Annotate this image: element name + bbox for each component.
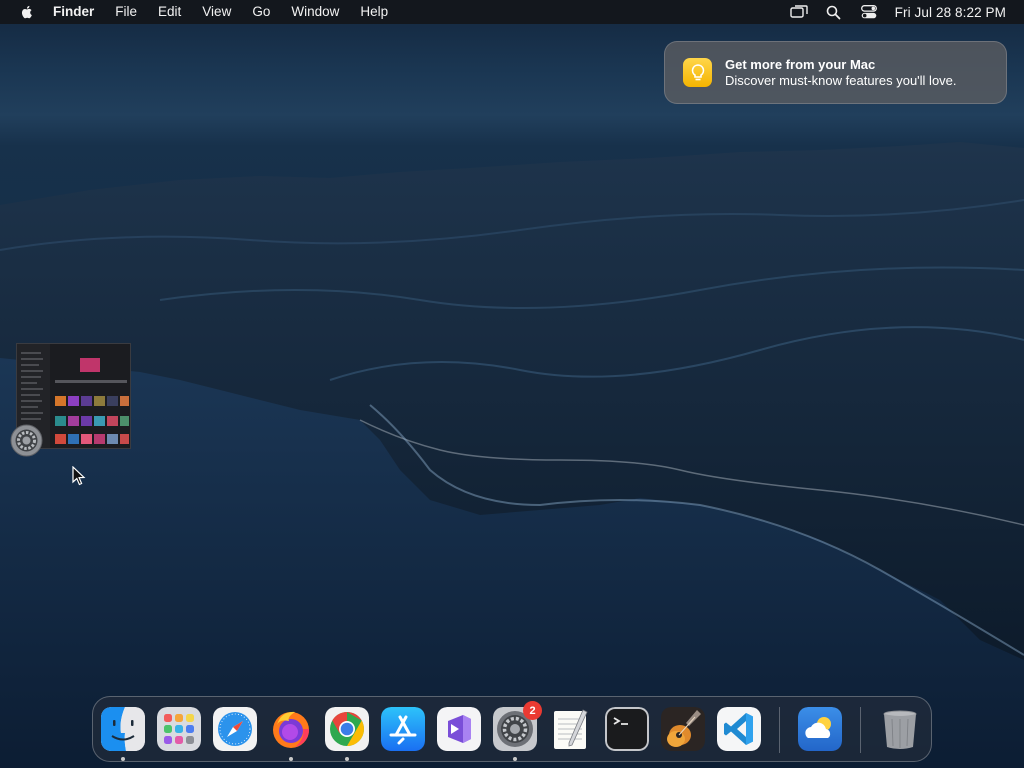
vscode-icon <box>717 707 761 751</box>
screen-mirroring-icon[interactable] <box>789 4 808 20</box>
notification-text: Get more from your Mac Discover must-kno… <box>725 57 957 89</box>
apple-menu-icon[interactable] <box>19 4 35 20</box>
dock-app-store[interactable] <box>380 706 426 752</box>
dock-garageband[interactable] <box>660 706 706 752</box>
weather-icon <box>798 707 842 751</box>
dock-weather[interactable] <box>797 706 843 752</box>
menu-go[interactable]: Go <box>252 0 270 24</box>
dock-chrome[interactable] <box>324 706 370 752</box>
dock-vscode[interactable] <box>716 706 762 752</box>
finder-icon <box>101 707 145 751</box>
menu-file[interactable]: File <box>115 0 137 24</box>
menu-view[interactable]: View <box>202 0 231 24</box>
firefox-icon <box>273 711 309 748</box>
dock-visual-studio[interactable] <box>436 706 482 752</box>
notification-title: Get more from your Mac <box>725 56 876 72</box>
lightbulb-icon <box>683 58 712 87</box>
dock-safari[interactable] <box>212 706 258 752</box>
dock-finder[interactable] <box>100 706 146 752</box>
menu-help[interactable]: Help <box>360 0 388 24</box>
coastline-landscape <box>0 142 1024 768</box>
spotlight-search-icon[interactable] <box>825 4 843 20</box>
dock-firefox[interactable] <box>268 706 314 752</box>
dock-terminal[interactable] <box>604 706 650 752</box>
dock-separator <box>860 707 861 753</box>
notification-banner[interactable]: Get more from your Mac Discover must-kno… <box>664 41 1007 104</box>
notification-body: Discover must-know features you'll love. <box>725 72 957 88</box>
garageband-icon <box>661 707 705 751</box>
menu-app-finder[interactable]: Finder <box>53 0 94 24</box>
dock-launchpad[interactable] <box>156 706 202 752</box>
menu-bar: Finder File Edit View Go Window Help Fri… <box>0 0 1024 24</box>
launchpad-icon <box>157 707 201 751</box>
menu-edit[interactable]: Edit <box>158 0 181 24</box>
running-indicator <box>289 757 293 761</box>
app-store-icon <box>381 707 425 751</box>
chrome-icon <box>325 707 369 751</box>
running-indicator <box>513 757 517 761</box>
textedit-icon <box>554 709 588 749</box>
dock-trash[interactable] <box>877 706 923 752</box>
mouse-cursor-icon <box>72 466 86 486</box>
menu-window[interactable]: Window <box>291 0 339 24</box>
system-settings-icon[interactable] <box>10 424 43 457</box>
notification-badge: 2 <box>523 701 542 720</box>
running-indicator <box>121 757 125 761</box>
visual-studio-icon <box>437 707 481 751</box>
trash-icon <box>883 710 917 749</box>
safari-icon <box>213 707 257 751</box>
terminal-icon <box>605 707 649 751</box>
running-indicator <box>345 757 349 761</box>
desktop-wallpaper <box>0 0 1024 768</box>
menu-bar-clock[interactable]: Fri Jul 28 8:22 PM <box>895 5 1006 20</box>
dock-textedit[interactable] <box>548 706 594 752</box>
dock-separator <box>779 707 780 753</box>
control-center-icon[interactable] <box>860 4 878 20</box>
